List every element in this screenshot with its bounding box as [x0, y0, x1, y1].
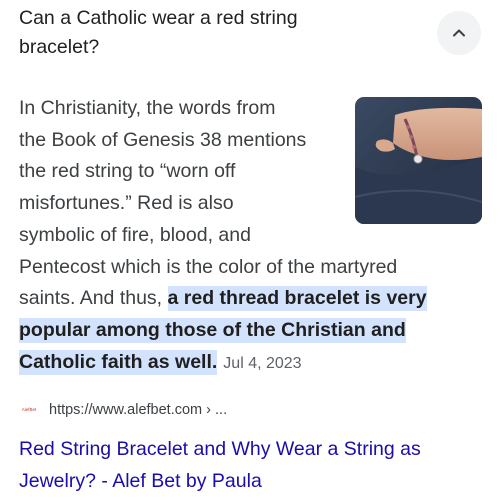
answer-text-plain: saints. And thus,	[19, 287, 168, 310]
site-favicon-icon: AlefBet	[21, 407, 37, 412]
highlighted-answer: Catholic faith as well.	[19, 349, 218, 375]
answer-line: In Christianity, the words from	[19, 97, 276, 119]
answer-text: In Christianity, the words from the Book…	[19, 93, 467, 379]
result-title-link[interactable]: Red String Bracelet and Why Wear a Strin…	[19, 433, 479, 497]
question-heading[interactable]: Can a Catholic wear a red string bracele…	[19, 4, 379, 62]
chevron-up-icon	[451, 25, 467, 41]
collapse-button[interactable]	[437, 11, 481, 55]
answer-date: Jul 4, 2023	[223, 354, 302, 372]
answer-line: the red string to “worn off	[19, 160, 236, 183]
answer-line: saints. And thus, a red thread bracelet …	[19, 283, 467, 315]
highlighted-answer: popular among those of the Christian and	[19, 317, 406, 343]
question-line: Can a Catholic wear a red string	[19, 7, 298, 29]
answer-line: misfortunes.” Red is also	[19, 192, 234, 215]
source-url[interactable]: https://www.alefbet.com › ...	[49, 402, 227, 418]
answer-line: Catholic faith as well. Jul 4, 2023	[19, 347, 467, 380]
answer-line: the Book of Genesis 38 mentions	[19, 128, 307, 151]
result-title-line: Jewelry? - Alef Bet by Paula	[19, 470, 262, 492]
highlighted-answer: a red thread bracelet is very	[167, 286, 427, 312]
answer-line: Pentecost which is the color of the mart…	[19, 255, 398, 278]
answer-line: symbolic of fire, blood, and	[19, 223, 251, 246]
source-row[interactable]: AlefBet https://www.alefbet.com › ...	[19, 402, 227, 418]
question-line: bracelet?	[19, 36, 100, 58]
result-title-line: Red String Bracelet and Why Wear a Strin…	[19, 438, 421, 460]
answer-line: popular among those of the Christian and	[19, 315, 467, 347]
